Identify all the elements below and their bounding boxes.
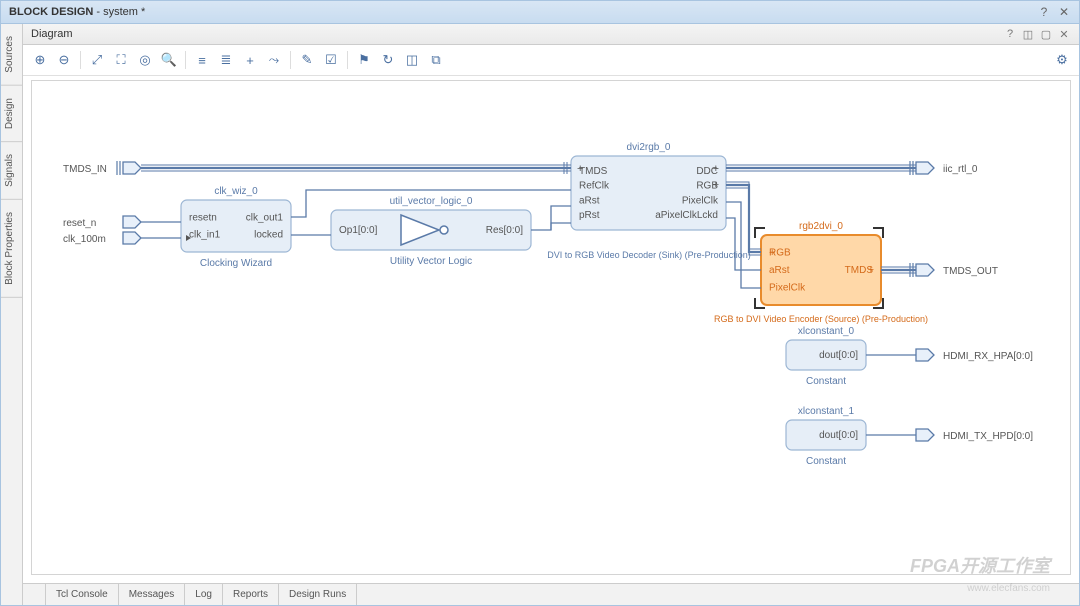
diagram-panel-header: Diagram ? ◫ ▢ ✕ [23,24,1079,45]
svg-text:xlconstant_0: xlconstant_0 [798,326,855,337]
diagram-panel-title: Diagram [31,28,73,40]
svg-text:+: + [577,163,583,175]
svg-text:+: + [713,179,719,191]
bottom-tabs: Tcl Console Messages Log Reports Design … [23,583,1079,605]
window-title: BLOCK DESIGN - system * [9,6,145,18]
svg-text:Res[0:0]: Res[0:0] [486,225,523,236]
svg-text:Clocking Wizard: Clocking Wizard [200,258,272,269]
svg-text:Utility Vector Logic: Utility Vector Logic [390,256,472,267]
svg-text:clk_100m: clk_100m [63,234,106,245]
svg-text:HDMI_RX_HPA[0:0]: HDMI_RX_HPA[0:0] [943,351,1033,362]
show-interfaces-icon[interactable]: ≣ [215,49,237,71]
svg-text:dout[0:0]: dout[0:0] [819,350,858,361]
svg-text:RefClk: RefClk [579,181,610,192]
svg-text:resetn: resetn [189,212,217,223]
svg-text:iic_rtl_0: iic_rtl_0 [943,164,978,175]
svg-text:+: + [868,264,874,276]
tab-design-runs[interactable]: Design Runs [279,584,357,605]
validate-icon[interactable]: ☑ [320,49,342,71]
svg-text:rgb2dvi_0: rgb2dvi_0 [799,221,843,232]
sidebar-tab-block-properties[interactable]: Block Properties [1,200,22,298]
svg-text:PixelClk: PixelClk [769,283,806,294]
svg-text:locked: locked [254,230,283,241]
svg-text:+: + [713,163,719,175]
svg-text:HDMI_TX_HPD[0:0]: HDMI_TX_HPD[0:0] [943,431,1033,442]
svg-text:Constant: Constant [806,456,846,467]
run-connection-icon[interactable]: ⤳ [263,49,285,71]
panel-float-icon[interactable]: ◫ [1021,27,1035,41]
snapshot-icon[interactable]: ◫ [401,49,423,71]
svg-text:clk_in1: clk_in1 [189,230,221,241]
svg-text:aPixelClkLckd: aPixelClkLckd [655,210,718,221]
watermark-url: www.elecfans.com [967,583,1050,594]
tab-messages[interactable]: Messages [119,584,186,605]
svg-text:aRst: aRst [769,265,790,276]
zoom-area-icon[interactable]: ⛶ [110,49,132,71]
diagram-toolbar: ⊕ ⊖ ⤢ ⛶ ◎ 🔍 ≡ ≣ + ⤳ ✎ ☑ ⚑ ↻ ◫ ⧉ ⚙ [23,45,1079,76]
settings-icon[interactable]: ⚙ [1051,49,1073,71]
zoom-out-icon[interactable]: ⊖ [53,49,75,71]
svg-text:PixelClk: PixelClk [682,195,719,206]
show-list-icon[interactable]: ≡ [191,49,213,71]
svg-text:+: + [769,247,775,259]
zoom-in-icon[interactable]: ⊕ [29,49,51,71]
diagram-canvas[interactable]: TMDS_IN reset_n clk_100m clk_wiz_0resetn clk… [23,76,1079,583]
svg-text:dout[0:0]: dout[0:0] [819,430,858,441]
sidebar-tab-design[interactable]: Design [1,86,22,142]
svg-text:Op1[0:0]: Op1[0:0] [339,225,378,236]
svg-text:dvi2rgb_0: dvi2rgb_0 [627,142,671,153]
svg-text:TMDS_IN: TMDS_IN [63,164,107,175]
svg-text:TMDS_OUT: TMDS_OUT [943,266,998,277]
panel-max-icon[interactable]: ▢ [1039,27,1053,41]
refresh-icon[interactable]: ↻ [377,49,399,71]
close-icon[interactable]: ✕ [1057,5,1071,19]
svg-text:RGB to DVI Video Encoder (Sour: RGB to DVI Video Encoder (Source) (Pre-P… [714,314,928,324]
left-sidebar: Sources Design Signals Block Properties [1,24,23,605]
run-auto-icon[interactable]: ⚑ [353,49,375,71]
svg-text:Constant: Constant [806,376,846,387]
regenerate-layout-icon[interactable]: ◎ [134,49,156,71]
help-icon[interactable]: ? [1037,5,1051,19]
add-ip-icon[interactable]: + [239,49,261,71]
svg-text:DVI to RGB Video Decoder (Sink: DVI to RGB Video Decoder (Sink) (Pre-Pro… [547,250,750,260]
svg-text:xlconstant_1: xlconstant_1 [798,406,855,417]
tab-reports[interactable]: Reports [223,584,279,605]
sidebar-tab-signals[interactable]: Signals [1,142,22,200]
svg-text:clk_out1: clk_out1 [246,212,284,223]
window-titlebar: BLOCK DESIGN - system * ? ✕ [1,1,1079,24]
tab-log[interactable]: Log [185,584,223,605]
watermark-text: FPGA开源工作室 [910,552,1050,578]
svg-text:clk_wiz_0: clk_wiz_0 [214,186,258,197]
svg-text:reset_n: reset_n [63,218,96,229]
auto-icon[interactable]: ✎ [296,49,318,71]
zoom-fit-icon[interactable]: ⤢ [86,49,108,71]
svg-text:aRst: aRst [579,195,600,206]
svg-text:pRst: pRst [579,210,600,221]
sidebar-tab-sources[interactable]: Sources [1,24,22,86]
panel-help-icon[interactable]: ? [1003,27,1017,41]
svg-text:util_vector_logic_0: util_vector_logic_0 [390,196,473,207]
panel-close-icon[interactable]: ✕ [1057,27,1071,41]
tab-tcl-console[interactable]: Tcl Console [45,584,119,605]
settings-toolbar-icon[interactable]: ⧉ [425,49,447,71]
search-icon[interactable]: 🔍 [158,49,180,71]
